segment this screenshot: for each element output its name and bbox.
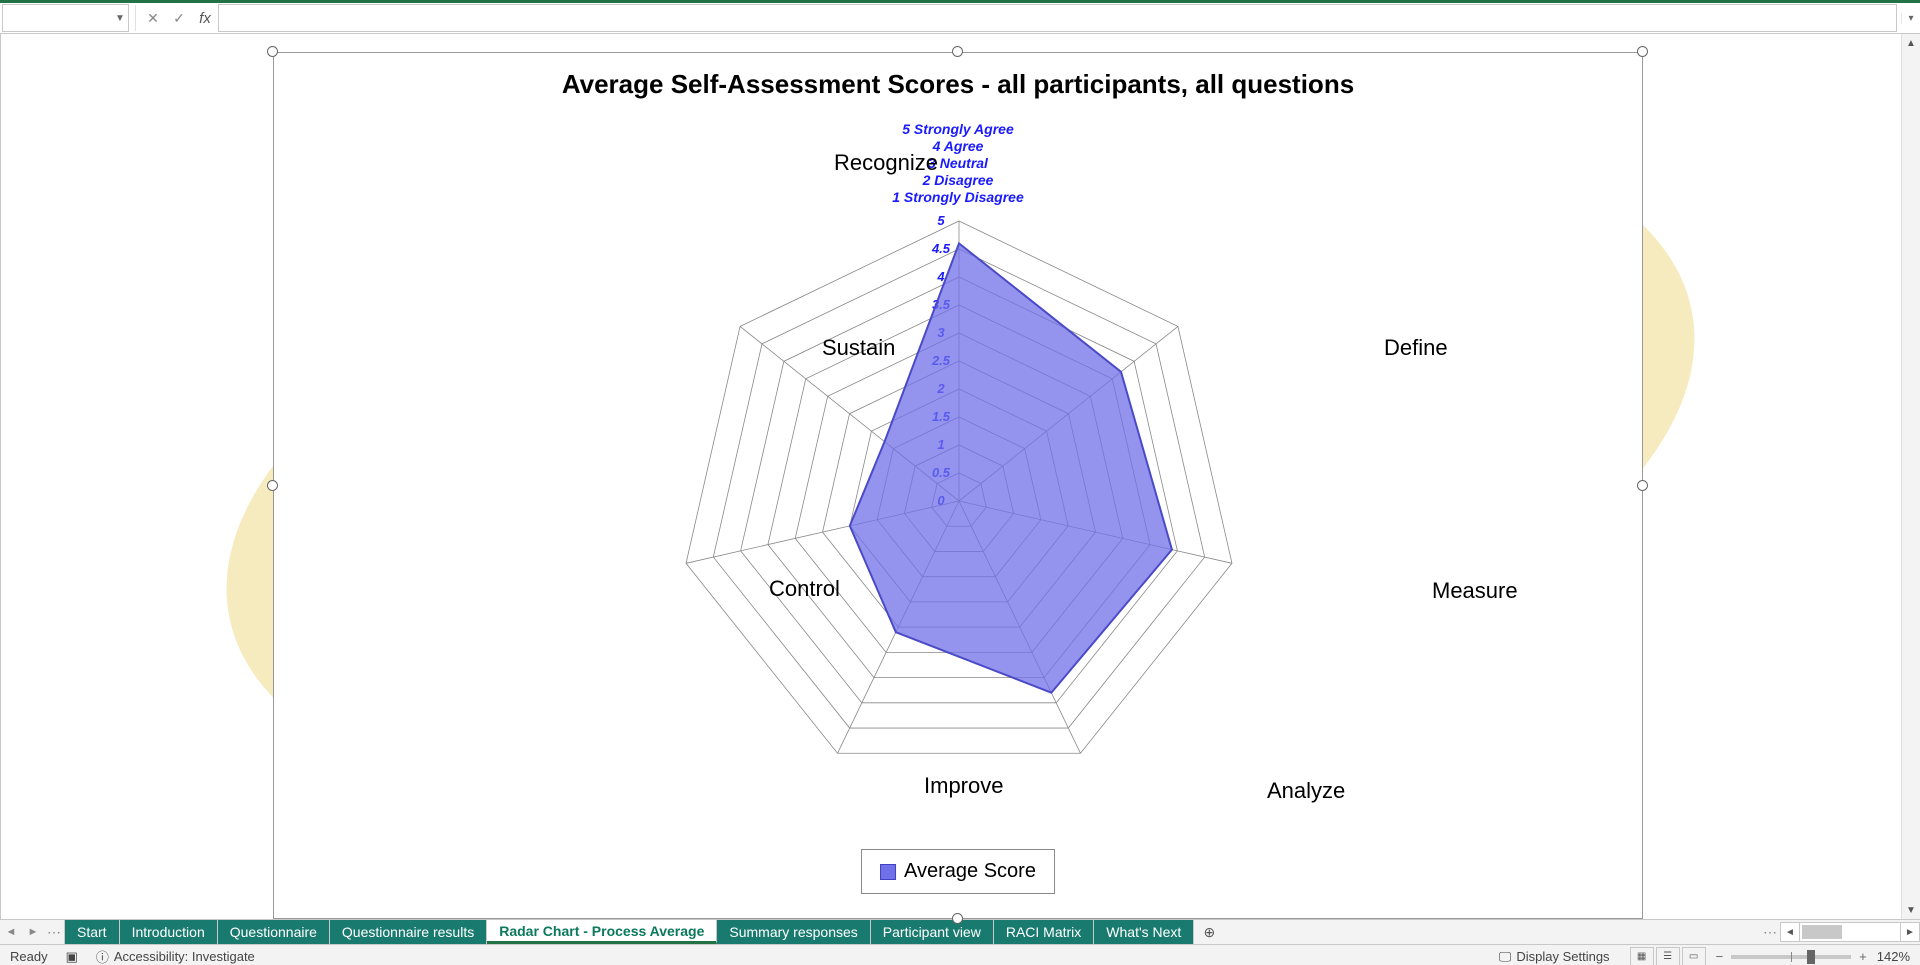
- scroll-right-button[interactable]: ►: [1900, 922, 1920, 942]
- sheet-tab-what-s-next[interactable]: What's Next: [1094, 920, 1194, 944]
- accessibility-label: Accessibility: Investigate: [114, 949, 255, 964]
- hscroll-track[interactable]: [1800, 922, 1900, 942]
- axis-label-control: Control: [769, 576, 840, 602]
- workspace: Average Self-Assessment Scores - all par…: [0, 34, 1920, 919]
- sheet-tab-radar-chart-process-average[interactable]: Radar Chart - Process Average: [487, 920, 717, 944]
- chart-object[interactable]: Average Self-Assessment Scores - all par…: [273, 52, 1643, 919]
- sheet-tab-start[interactable]: Start: [65, 920, 120, 944]
- chart-legend: Average Score: [861, 849, 1055, 894]
- page-break-view-button[interactable]: ▭: [1682, 947, 1706, 965]
- chevron-down-icon[interactable]: ▼: [112, 10, 128, 26]
- resize-handle-nw[interactable]: [267, 46, 278, 57]
- axis-label-improve: Improve: [924, 773, 1003, 799]
- tab-spacer: [1224, 920, 1760, 944]
- axis-label-analyze: Analyze: [1267, 778, 1345, 804]
- separator: [135, 5, 136, 31]
- scroll-down-button[interactable]: ▼: [1902, 901, 1920, 919]
- sheet-tabs: StartIntroductionQuestionnaireQuestionna…: [65, 920, 1194, 944]
- resize-handle-e[interactable]: [1637, 480, 1648, 491]
- cancel-formula-button[interactable]: ✕: [140, 5, 166, 31]
- scroll-left-button[interactable]: ◄: [1780, 922, 1800, 942]
- fx-icon[interactable]: fx: [192, 5, 218, 31]
- resize-handle-n[interactable]: [952, 46, 963, 57]
- sheet-tab-questionnaire-results[interactable]: Questionnaire results: [330, 920, 487, 944]
- status-bar: Ready ▣ ⓘ Accessibility: Investigate 🖵 D…: [0, 944, 1920, 965]
- resize-handle-w[interactable]: [267, 480, 278, 491]
- tab-menu-button[interactable]: ⋯: [44, 920, 64, 944]
- accessibility-icon: ⓘ: [96, 947, 109, 965]
- zoom-label: 142%: [1877, 949, 1910, 964]
- normal-view-button[interactable]: ▦: [1630, 947, 1654, 965]
- status-state: Ready: [10, 949, 48, 964]
- chart-title: Average Self-Assessment Scores - all par…: [274, 69, 1642, 100]
- macro-record-icon[interactable]: ▣: [66, 949, 78, 965]
- name-box[interactable]: ▼: [2, 4, 129, 32]
- tab-overflow-button[interactable]: ⋯: [1760, 920, 1780, 944]
- sheet-tab-raci-matrix[interactable]: RACI Matrix: [994, 920, 1094, 944]
- svg-text:4.5: 4.5: [931, 241, 951, 256]
- sheet-tab-questionnaire[interactable]: Questionnaire: [218, 920, 330, 944]
- monitor-icon: 🖵: [1499, 949, 1512, 965]
- zoom-in-button[interactable]: +: [1859, 949, 1867, 964]
- resize-handle-ne[interactable]: [1637, 46, 1648, 57]
- tab-nav-next[interactable]: ►: [22, 920, 44, 944]
- legend-label: Average Score: [904, 860, 1036, 883]
- display-settings-label: Display Settings: [1516, 949, 1609, 964]
- svg-text:5: 5: [937, 213, 945, 228]
- sheet-tab-participant-view[interactable]: Participant view: [871, 920, 994, 944]
- accept-formula-button[interactable]: ✓: [166, 5, 192, 31]
- radar-plot: 00.511.522.533.544.55: [509, 151, 1409, 851]
- new-sheet-button[interactable]: ⊕: [1194, 920, 1224, 944]
- formula-input[interactable]: [218, 4, 1897, 32]
- hscroll-thumb[interactable]: [1802, 925, 1842, 939]
- zoom-slider-knob[interactable]: [1807, 950, 1815, 964]
- axis-label-define: Define: [1384, 335, 1448, 361]
- zoom-out-button[interactable]: −: [1716, 949, 1724, 964]
- horizontal-scrollbar[interactable]: ◄ ►: [1780, 920, 1920, 944]
- vscroll-track[interactable]: [1902, 52, 1920, 901]
- formula-bar: ▼ ✕ ✓ fx ▾: [0, 3, 1920, 34]
- scroll-up-button[interactable]: ▲: [1902, 34, 1920, 52]
- display-settings-button[interactable]: 🖵 Display Settings: [1499, 949, 1610, 965]
- expand-formula-bar-button[interactable]: ▾: [1901, 13, 1920, 24]
- sheet-tab-summary-responses[interactable]: Summary responses: [717, 920, 870, 944]
- axis-label-measure: Measure: [1432, 578, 1518, 604]
- axis-label-sustain: Sustain: [822, 335, 895, 361]
- tab-nav-prev[interactable]: ◄: [0, 920, 22, 944]
- accessibility-button[interactable]: ⓘ Accessibility: Investigate: [96, 947, 255, 965]
- zoom-slider[interactable]: [1731, 955, 1851, 959]
- page-layout-view-button[interactable]: ☰: [1656, 947, 1680, 965]
- vertical-scrollbar[interactable]: ▲ ▼: [1901, 34, 1920, 919]
- sheet-tab-introduction[interactable]: Introduction: [120, 920, 218, 944]
- resize-handle-s[interactable]: [952, 913, 963, 924]
- axis-label-recognize: Recognize: [834, 150, 938, 176]
- legend-swatch: [880, 864, 896, 880]
